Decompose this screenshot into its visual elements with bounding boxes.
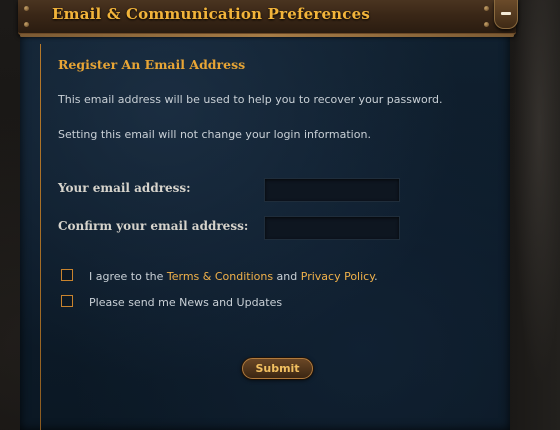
rivet-icon bbox=[484, 22, 489, 27]
email-field[interactable] bbox=[264, 178, 400, 202]
section-divider bbox=[40, 44, 41, 430]
terms-conditions-link[interactable]: Terms & Conditions bbox=[167, 270, 273, 283]
rivet-icon bbox=[24, 6, 29, 11]
minus-icon bbox=[501, 12, 511, 15]
terms-text: I agree to the Terms & Conditions and Pr… bbox=[89, 270, 378, 283]
terms-prefix: I agree to the bbox=[89, 270, 167, 283]
rivet-icon bbox=[24, 22, 29, 27]
privacy-policy-link[interactable]: Privacy Policy bbox=[301, 270, 374, 283]
confirm-email-label: Confirm your email address: bbox=[58, 219, 249, 233]
news-checkbox[interactable] bbox=[61, 295, 73, 307]
collapse-button[interactable] bbox=[494, 0, 518, 29]
terms-middle: and bbox=[273, 270, 301, 283]
info-text-recovery: This email address will be used to help … bbox=[58, 93, 443, 106]
news-label: Please send me News and Updates bbox=[89, 296, 283, 309]
confirm-email-field[interactable] bbox=[264, 216, 400, 240]
terms-suffix: . bbox=[374, 270, 378, 283]
section-title: Register An Email Address bbox=[58, 57, 246, 72]
terms-checkbox[interactable] bbox=[61, 269, 73, 281]
email-label: Your email address: bbox=[58, 181, 191, 195]
panel-header: Email & Communication Preferences bbox=[18, 0, 518, 37]
panel-title: Email & Communication Preferences bbox=[52, 5, 371, 23]
outer-background bbox=[508, 0, 560, 430]
rivet-icon bbox=[484, 6, 489, 11]
submit-button[interactable]: Submit bbox=[242, 358, 313, 379]
info-text-login: Setting this email will not change your … bbox=[58, 128, 371, 141]
